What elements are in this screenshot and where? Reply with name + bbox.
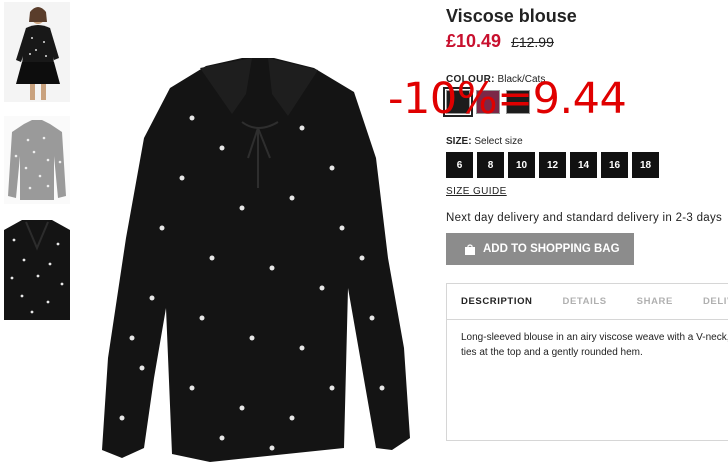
product-info-tabs: DESCRIPTION DETAILS SHARE DELIVERY Long-… — [446, 283, 728, 441]
product-title: Viscose blouse — [446, 6, 577, 26]
size-option-8[interactable]: 8 — [477, 152, 504, 178]
size-option-12[interactable]: 12 — [539, 152, 566, 178]
tab-details[interactable]: DETAILS — [563, 296, 607, 307]
shopping-bag-icon — [465, 243, 475, 255]
description-line-2: ties at the top and a gently rounded hem… — [461, 347, 643, 358]
thumbnail-model[interactable] — [4, 2, 70, 102]
size-options: 6 8 10 12 14 16 18 — [446, 152, 659, 178]
tab-description[interactable]: DESCRIPTION — [461, 296, 533, 307]
size-option-18[interactable]: 18 — [632, 152, 659, 178]
main-product-image — [92, 58, 430, 472]
size-guide-link[interactable]: SIZE GUIDE — [446, 186, 507, 197]
tab-delivery[interactable]: DELIVERY — [703, 296, 728, 307]
thumbnail-blouse-grey[interactable] — [4, 116, 70, 204]
add-to-bag-label: ADD TO SHOPPING BAG — [483, 243, 620, 255]
add-to-bag-button[interactable]: ADD TO SHOPPING BAG — [446, 233, 634, 265]
description-line-1: Long-sleeved blouse in an airy viscose w… — [461, 332, 728, 343]
size-label-title: SIZE: — [446, 136, 472, 147]
price-row: £10.49 £12.99 — [446, 31, 554, 52]
size-option-14[interactable]: 14 — [570, 152, 597, 178]
delivery-info: Next day delivery and standard delivery … — [446, 212, 723, 224]
original-price: £12.99 — [511, 34, 554, 50]
size-option-6[interactable]: 6 — [446, 152, 473, 178]
size-option-16[interactable]: 16 — [601, 152, 628, 178]
description-text: Long-sleeved blouse in an airy viscose w… — [447, 320, 728, 360]
size-option-10[interactable]: 10 — [508, 152, 535, 178]
discount-annotation: -10%=9.44 — [388, 74, 627, 124]
tab-share[interactable]: SHARE — [637, 296, 673, 307]
size-value: Select size — [474, 136, 523, 147]
sale-price: £10.49 — [446, 31, 502, 51]
thumbnail-blouse-detail[interactable] — [4, 220, 70, 320]
tab-bar: DESCRIPTION DETAILS SHARE DELIVERY — [447, 284, 728, 320]
size-label: SIZE: Select size — [446, 136, 523, 147]
